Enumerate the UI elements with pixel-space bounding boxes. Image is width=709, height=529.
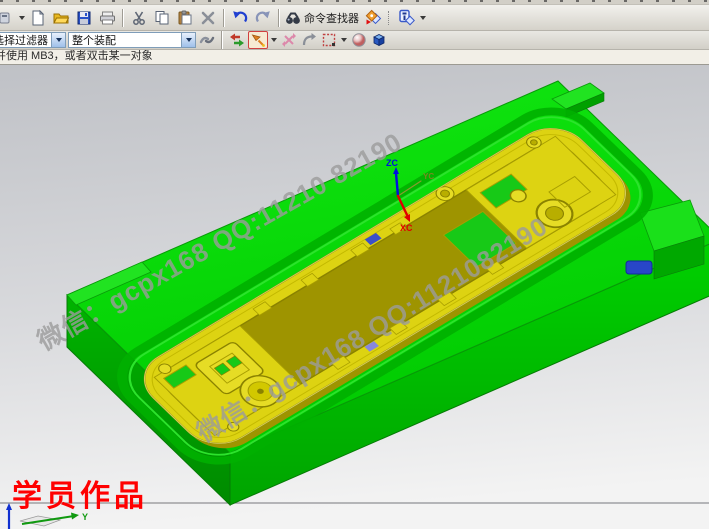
work-box-icon bbox=[371, 32, 387, 48]
open-button[interactable] bbox=[50, 7, 72, 28]
help-diamond-icon bbox=[365, 9, 383, 26]
marquee-rectangle-icon bbox=[321, 32, 337, 48]
wcs-x-label: XC bbox=[400, 223, 413, 233]
menu-overflow-button[interactable] bbox=[0, 7, 17, 28]
wcs-y-label: YC bbox=[423, 172, 434, 181]
undo-button[interactable] bbox=[229, 7, 251, 28]
undo-arrow-icon bbox=[232, 10, 248, 26]
sphere-tool-button[interactable] bbox=[350, 32, 368, 48]
paste-button[interactable] bbox=[174, 7, 196, 28]
snap-point-icon bbox=[250, 32, 266, 48]
chevron-down-icon[interactable] bbox=[19, 16, 25, 20]
toolbar-separator bbox=[388, 11, 393, 25]
selection-scope-combo[interactable]: 整个装配 bbox=[68, 32, 196, 48]
nx-cad-window: { "toolbar": { "command_finder_label": "… bbox=[0, 0, 709, 526]
redo-arrow-icon bbox=[255, 10, 271, 26]
copy-icon bbox=[154, 10, 170, 26]
swap-arrows-icon bbox=[229, 32, 245, 48]
chevron-down-icon[interactable] bbox=[51, 33, 65, 47]
cut-scissors-icon bbox=[131, 10, 147, 26]
swap-arrows-button[interactable] bbox=[228, 32, 246, 48]
marquee-select-button[interactable] bbox=[320, 32, 338, 48]
open-folder-icon bbox=[53, 10, 70, 26]
chevron-down-icon[interactable] bbox=[271, 38, 277, 42]
chevron-down-icon[interactable] bbox=[341, 38, 347, 42]
help-button[interactable] bbox=[363, 7, 385, 28]
window-display-button[interactable] bbox=[396, 7, 418, 28]
command-finder-button[interactable] bbox=[284, 7, 302, 28]
graphics-viewport[interactable]: ZC XC YC 微信：gcpx168 QQ:11210 82190 微信：gc… bbox=[0, 65, 709, 529]
paste-clipboard-icon bbox=[177, 10, 193, 26]
prompt-bar: 并使用 MB3，或者双击某一对象 bbox=[0, 50, 709, 65]
chevron-down-icon[interactable] bbox=[181, 33, 195, 47]
toolbar-separator bbox=[223, 9, 225, 27]
save-button[interactable] bbox=[73, 7, 95, 28]
sphere-icon bbox=[351, 32, 367, 48]
move-arrows-icon bbox=[281, 32, 297, 48]
toolbar-separator bbox=[221, 31, 223, 49]
graphics-window: ZC XC YC 微信：gcpx168 QQ:11210 82190 微信：gc… bbox=[0, 65, 709, 529]
prompt-message: 并使用 MB3，或者双击某一对象 bbox=[0, 50, 153, 63]
save-icon bbox=[76, 10, 92, 26]
selection-filter-combo[interactable]: 无选择过滤器 bbox=[0, 32, 66, 48]
command-finder-icon bbox=[284, 10, 302, 26]
print-button[interactable] bbox=[96, 7, 118, 28]
window-display-icon bbox=[398, 9, 416, 26]
move-arrows-button[interactable] bbox=[280, 32, 298, 48]
print-icon bbox=[99, 10, 116, 26]
selection-bar: 无选择过滤器 整个装配 bbox=[0, 31, 709, 50]
new-button[interactable] bbox=[27, 7, 49, 28]
hook-arrow-icon bbox=[301, 32, 317, 48]
snap-point-button-active[interactable] bbox=[248, 31, 268, 49]
standard-toolbar: 命令查找器 bbox=[0, 5, 709, 31]
redo-button[interactable] bbox=[252, 7, 274, 28]
chevron-down-icon[interactable] bbox=[420, 16, 426, 20]
toolbar-separator bbox=[122, 9, 124, 27]
hands-icon bbox=[199, 32, 215, 48]
menu-overflow-icon bbox=[0, 10, 14, 26]
hands-button[interactable] bbox=[198, 32, 216, 48]
selection-scope-value: 整个装配 bbox=[69, 32, 181, 48]
work-box-button[interactable] bbox=[370, 32, 388, 48]
student-work-caption: 学员作品 bbox=[12, 479, 148, 513]
cut-button[interactable] bbox=[128, 7, 150, 28]
triad-y-label: Y bbox=[82, 512, 88, 522]
hook-arrow-button[interactable] bbox=[300, 32, 318, 48]
delete-button[interactable] bbox=[197, 7, 219, 28]
selection-filter-value: 无选择过滤器 bbox=[0, 32, 51, 48]
copy-button[interactable] bbox=[151, 7, 173, 28]
new-file-icon bbox=[30, 10, 46, 26]
delete-x-icon bbox=[200, 10, 216, 26]
toolbar-separator bbox=[278, 9, 280, 27]
blue-insert bbox=[626, 261, 652, 274]
command-finder-label[interactable]: 命令查找器 bbox=[304, 10, 359, 26]
